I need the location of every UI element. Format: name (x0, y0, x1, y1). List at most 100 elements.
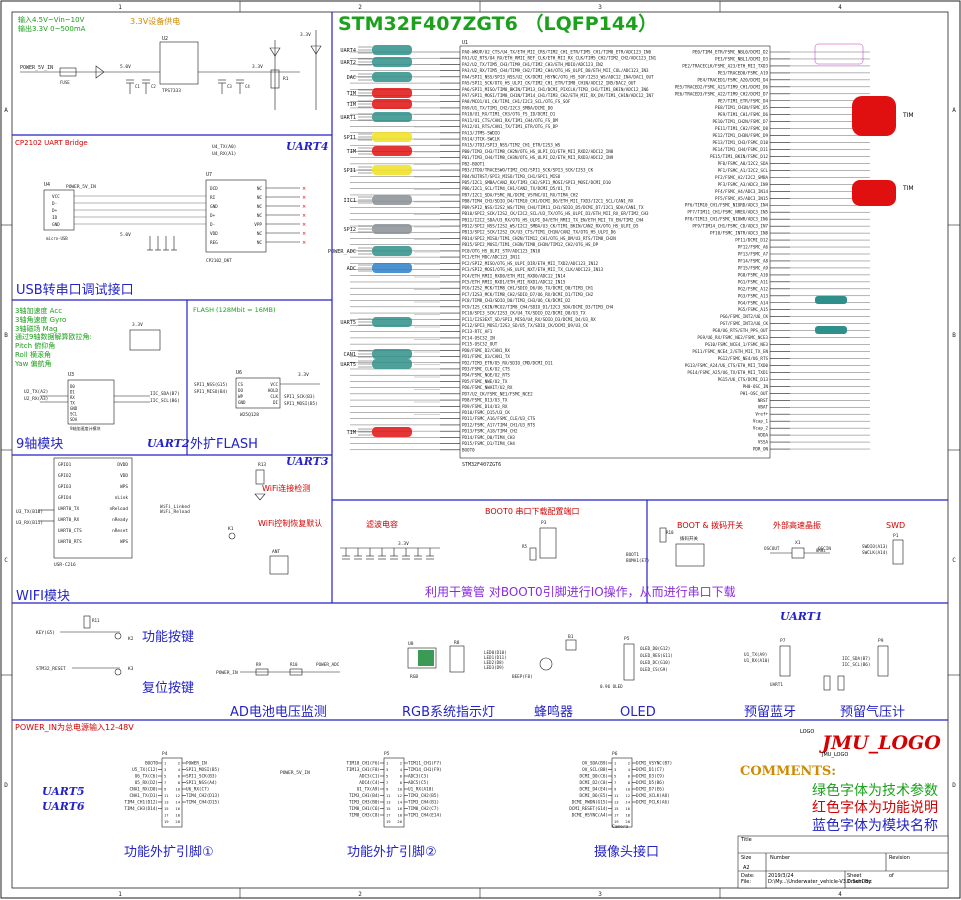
ext-header-1-pin-num: 12 (175, 793, 180, 798)
cam-header-name: Camera (612, 824, 629, 830)
wifi-pin-right: VDD (120, 473, 128, 479)
wifi-pin-left: GPIO1 (58, 462, 72, 468)
ext-header-2-pin-num: 7 (386, 780, 388, 785)
net-tag-label-tim: TIM (347, 102, 356, 108)
mcu-pin-left-label: PC9/I2S_CKIN/MCO2/TIM8_CH4/SDIO_D1/I2C3_… (462, 304, 614, 309)
mcu-pin-left-label: PD1/FSMC_D3/CAN1_TX (462, 354, 510, 359)
net-tag-uart4 (372, 45, 412, 55)
mcu-pin-left-label: PA10/U1_RX/TIM1_CH3/OTG_FS_ID/DCMI_D1 (462, 112, 556, 117)
net-tag-label-uart1: UART1 (340, 115, 356, 121)
wifi-pin-right: WPS (120, 484, 128, 490)
mcu-pin-right-label: Vref+ (755, 412, 768, 417)
wifi-r13-label: R13 (258, 462, 266, 468)
uart5-label: UART5 (42, 785, 85, 798)
baro-scl: IIC_SCL(B6) (842, 662, 870, 668)
uart4-label: UART4 (286, 140, 329, 153)
mcu-pin-left-label: PD2/TIM3_ETR/U5_RX/SDIO_CMD/DCMI_D11 (462, 360, 553, 365)
usb-pin: ID (52, 215, 58, 221)
grid-label-right-C: C (952, 557, 956, 564)
mcu-pin-right-label: PF5/FSMC_A5/ADC3_IN15 (715, 196, 768, 201)
cp2102-part: CP2102_DKT (206, 258, 232, 264)
mcu-pin-left-label: PD12/FSMC_A17/TIM4_CH1/U3_RTS (462, 422, 536, 427)
key-k3 (114, 668, 122, 676)
net-tag-label-iic1: IIC1 (344, 198, 357, 204)
mcu-pin-right-label: PF14/FSMC_A8 (738, 258, 769, 263)
net-tag-tim (372, 427, 412, 437)
logo-small: LOGO (800, 729, 815, 735)
mcu-pin-right-label: PF3/FSMC_A3/ADC3_IN9 (718, 182, 769, 187)
imu-title: 9轴模块 (16, 437, 64, 452)
cap-label: C3 (227, 84, 232, 89)
cp2102-pin-left: D+ (210, 213, 216, 219)
mcu-pin-right-label: PG4/FSMC_A14 (738, 300, 769, 305)
net-tag-power_adc (372, 246, 412, 256)
mcu-pin-left-label: PC5/ETH_RMII_RXD1/ETH_MII_RXD1/ADC12_IN1… (462, 279, 566, 284)
mcu-pin-right-label: PE6/TRACED3/FSMC_A22/TIM9_CH2/DCMI_D7 (675, 91, 769, 96)
grid-label-top-4: 4 (838, 4, 842, 11)
mcu-pin-left-label: PA12/U1_RTS/CAN1_TX/TIM1_ETR/OTG_FS_DP (462, 124, 558, 129)
mcu-pin-left-label: PB4/NJTRST/SPI3_MISO/TIM3_CH1/SPI1_MISO (462, 174, 561, 179)
cp2102-pin-right: NC (257, 195, 263, 201)
k2-label: K2 (128, 636, 134, 642)
ext-header-2-pin-num: 20 (397, 819, 402, 824)
iic-scl-net: IIC_SCL(B6) (150, 398, 180, 404)
buzzer-b1 (565, 639, 577, 651)
cp2102-pin-left: RI (210, 195, 216, 201)
cap-label: C1 (135, 84, 140, 89)
cam-header-ref: P6 (612, 751, 618, 757)
mcu-pin-right-label: PE7/TIM1_ETR/FSMC_D4 (718, 98, 769, 103)
mcu-pin-left-label: BOOT0 (462, 447, 475, 452)
swd-header (892, 539, 904, 565)
oled-title: OLED (620, 705, 656, 720)
boot0-r (529, 547, 537, 561)
net-tag-uart5 (372, 359, 412, 369)
mcu-pin-left-label: PC7/I2S3_MCK/TIM8_CH2/SDIO_D7/U6_RX/DCMI… (462, 292, 594, 297)
ext-header-1-net-left: BOOT0 (145, 761, 158, 767)
cp2102-pin-left: DCD (210, 186, 218, 192)
baro-r16 (837, 675, 845, 691)
net-tag-label-dac: DAC (347, 75, 356, 81)
mcu-pin-left-label: PB12/SPI2_NSS/I2S2_WS/I2C2_SMBA/U3_CK/TI… (462, 224, 639, 229)
flash-title: 外扩FLASH (190, 437, 258, 452)
net-tag-iic1 (372, 195, 412, 205)
flash-pin-left: CS (238, 382, 244, 387)
ext-header-1-net-right: SPI1_NSS(A4) (186, 780, 217, 786)
mcu-pin-right-label: PF1/FSMC_A1/I2C2_SCL (718, 168, 769, 173)
oled-net: OLED_DC(G10) (640, 660, 670, 665)
tb-size-label: Size (741, 855, 752, 861)
wifi-ant-label: ANT (272, 549, 280, 555)
wifi-pin-right: WPS (120, 539, 128, 545)
ext-header-1-net-left: U6_TX(C6) (135, 774, 158, 780)
ext-header-2-pin-num: 1 (386, 761, 389, 766)
bt-rx: U1_RX(A10) (744, 658, 770, 664)
net-tag-tim (372, 88, 412, 98)
usb-pin: D+ (52, 208, 58, 214)
mcu-pin-right-label: PE2/TRACECLK/FSMC_A23/ETH_MII_TXD3 (682, 63, 768, 68)
cam-header-pin-num: 8 (628, 780, 631, 785)
ext-header-2-net-left: ADC3(C1) (359, 774, 380, 780)
mcu-pin-left-label: PD4/FSMC_NOE/U2_RTS (462, 373, 510, 378)
usb-pin: D- (52, 201, 57, 207)
mcu-pin-right-label: PF2/FSMC_A2/I2C2_SMBA (715, 175, 768, 180)
tim-right-tag-label: TIM (903, 112, 914, 119)
ldo-ref: U2 (162, 36, 168, 42)
key-net: KEY(G5) (36, 630, 55, 636)
filter-3v3: 3.3V (398, 541, 409, 547)
mcu-pin-left-label: PB0/TIM3_CH3/TIM8_CH2N/OTG_HS_ULPI_D1/ET… (462, 149, 614, 154)
flash-note: FLASH (128Mbit = 16MB) (193, 306, 276, 314)
oled-ref: P5 (624, 636, 630, 642)
net-tag-uart1 (372, 112, 412, 122)
mcu-pin-left-label: PA0-WKUP/U2_CTS/U4_TX/ETH_MII_CRS/TIM2_C… (462, 50, 652, 55)
reset-net: STM32_RESET (36, 666, 66, 672)
net-tag-label-spi1: SPI1 (344, 135, 357, 141)
tb-number-label: Number (770, 855, 791, 861)
cam-header-net-right: DCMI_VSYNC(B7) (636, 761, 672, 767)
boot0-title: BOOT0 串口下载配置端口 (485, 507, 580, 516)
r1-label: R1 (283, 76, 289, 82)
mcu-pin-right-label: PG12/FSMC_NE4/U6_RTS (718, 356, 769, 361)
grid-label-right-D: D (952, 782, 956, 789)
nc-x: × (302, 240, 306, 246)
imu-desc: 3轴加速度 Acc 3轴角速度 Gyro 3轴磁场 Mag 通过9轴数据解算欧拉… (15, 307, 92, 368)
oled-p5 (623, 643, 635, 681)
grid-label-top-3: 3 (598, 4, 602, 11)
